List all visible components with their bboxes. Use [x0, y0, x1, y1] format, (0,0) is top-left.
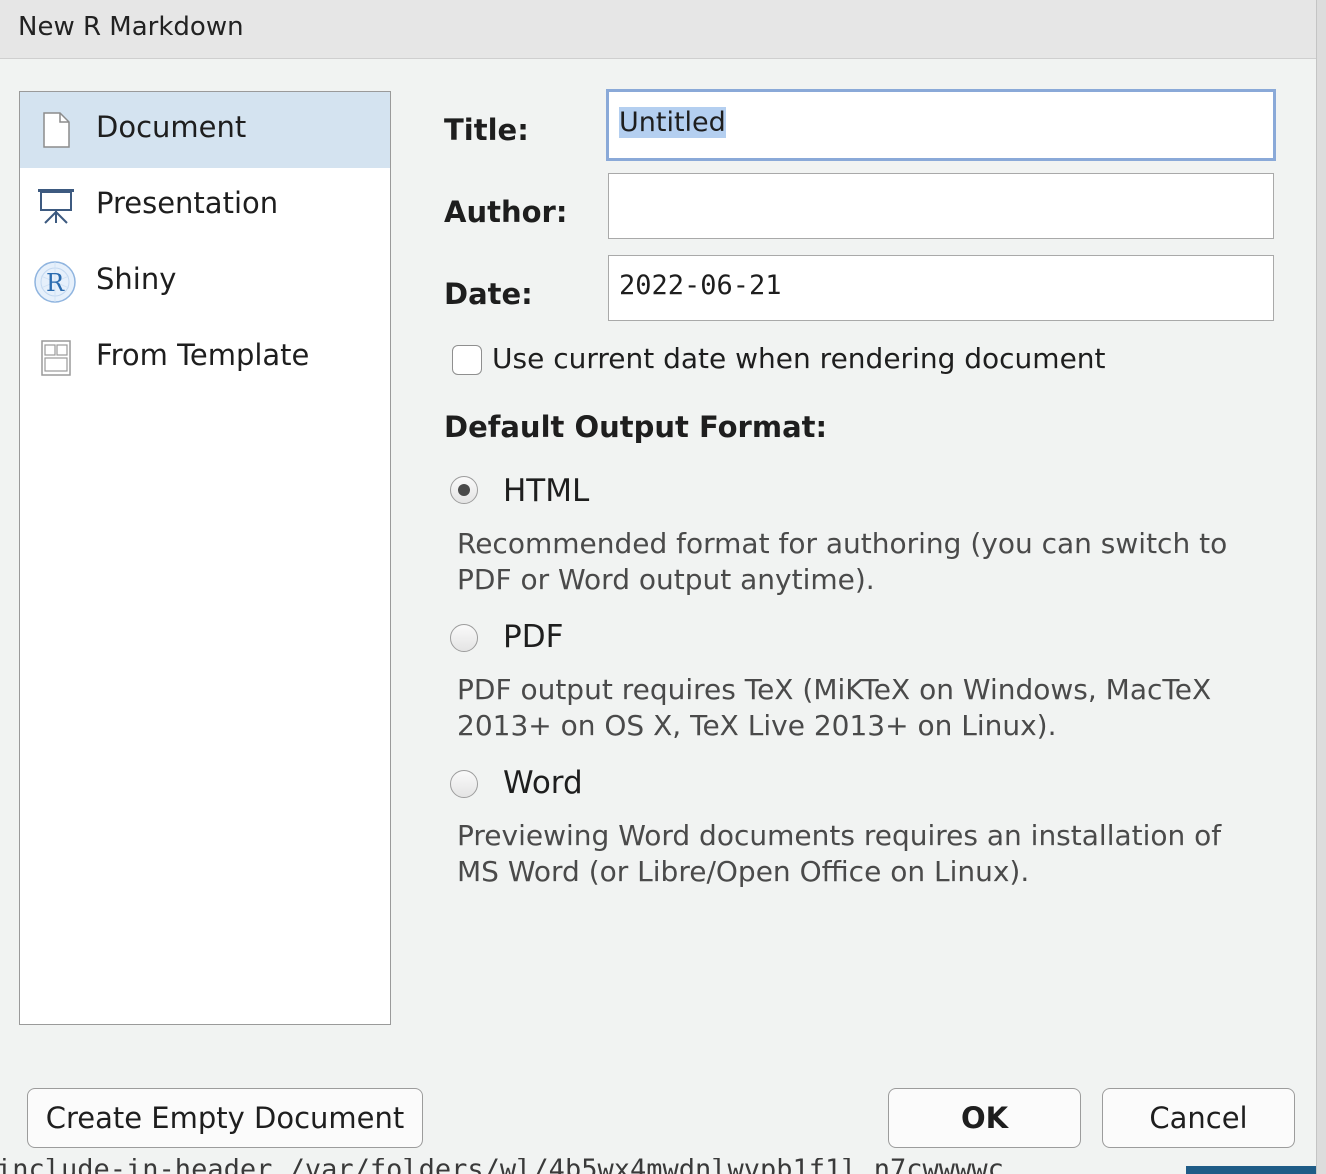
- use-current-date-label[interactable]: Use current date when rendering document: [492, 342, 1106, 375]
- date-input[interactable]: 2022-06-21: [608, 255, 1274, 321]
- title-input[interactable]: Untitled: [606, 89, 1276, 161]
- description-line: PDF output requires TeX (MiKTeX on Windo…: [457, 673, 1212, 706]
- sidebar-item-label: Presentation: [96, 186, 279, 220]
- author-label: Author:: [444, 195, 568, 229]
- html-radio-label[interactable]: HTML: [503, 473, 589, 509]
- window-edge: [1316, 0, 1326, 1174]
- sidebar-item-label: Document: [96, 110, 247, 144]
- template-icon: [36, 338, 76, 378]
- sidebar-item-label: Shiny: [96, 262, 177, 296]
- ok-button[interactable]: OK: [888, 1088, 1081, 1148]
- word-description: Previewing Word documents requires an in…: [457, 818, 1277, 890]
- word-radio-label[interactable]: Word: [503, 765, 583, 801]
- sidebar-item-presentation[interactable]: Presentation: [20, 168, 390, 244]
- output-format-heading: Default Output Format:: [444, 410, 828, 444]
- dialog-titlebar: New R Markdown: [0, 0, 1316, 59]
- description-line: PDF or Word output anytime).: [457, 563, 875, 596]
- sidebar-item-label: From Template: [96, 338, 310, 372]
- console-line: include-in-header /var/folders/wl/4b5wx4…: [0, 1158, 1004, 1174]
- presentation-icon: [36, 186, 76, 226]
- create-empty-document-button[interactable]: Create Empty Document: [27, 1088, 423, 1148]
- word-radio[interactable]: [450, 770, 478, 798]
- document-icon: [36, 110, 76, 150]
- date-value: 2022-06-21: [619, 270, 782, 301]
- radio-selected-dot: [458, 484, 470, 496]
- cancel-button[interactable]: Cancel: [1102, 1088, 1295, 1148]
- html-description: Recommended format for authoring (you ca…: [457, 526, 1277, 598]
- svg-text:R: R: [46, 269, 65, 297]
- description-line: Recommended format for authoring (you ca…: [457, 527, 1228, 560]
- description-line: Previewing Word documents requires an in…: [457, 819, 1222, 852]
- shiny-r-icon: R: [34, 261, 76, 303]
- date-label: Date:: [444, 277, 533, 311]
- title-value: Untitled: [619, 107, 726, 138]
- dialog-title: New R Markdown: [18, 12, 244, 42]
- pdf-radio-label[interactable]: PDF: [503, 619, 563, 655]
- pdf-description: PDF output requires TeX (MiKTeX on Windo…: [457, 672, 1277, 744]
- background-panel-edge: [1186, 1166, 1316, 1174]
- use-current-date-checkbox[interactable]: [452, 345, 482, 375]
- html-radio[interactable]: [450, 476, 478, 504]
- type-sidebar: Document Presentation R Shiny From Templ…: [19, 91, 391, 1025]
- pdf-radio[interactable]: [450, 624, 478, 652]
- title-label: Title:: [444, 113, 529, 147]
- description-line: 2013+ on OS X, TeX Live 2013+ on Linux).: [457, 709, 1057, 742]
- sidebar-item-from-template[interactable]: From Template: [20, 320, 390, 396]
- sidebar-item-document[interactable]: Document: [20, 92, 390, 168]
- author-input[interactable]: [608, 173, 1274, 239]
- description-line: MS Word (or Libre/Open Office on Linux).: [457, 855, 1030, 888]
- background-console-text: include-in-header /var/folders/wl/4b5wx4…: [0, 1158, 1316, 1174]
- sidebar-item-shiny[interactable]: R Shiny: [20, 244, 390, 320]
